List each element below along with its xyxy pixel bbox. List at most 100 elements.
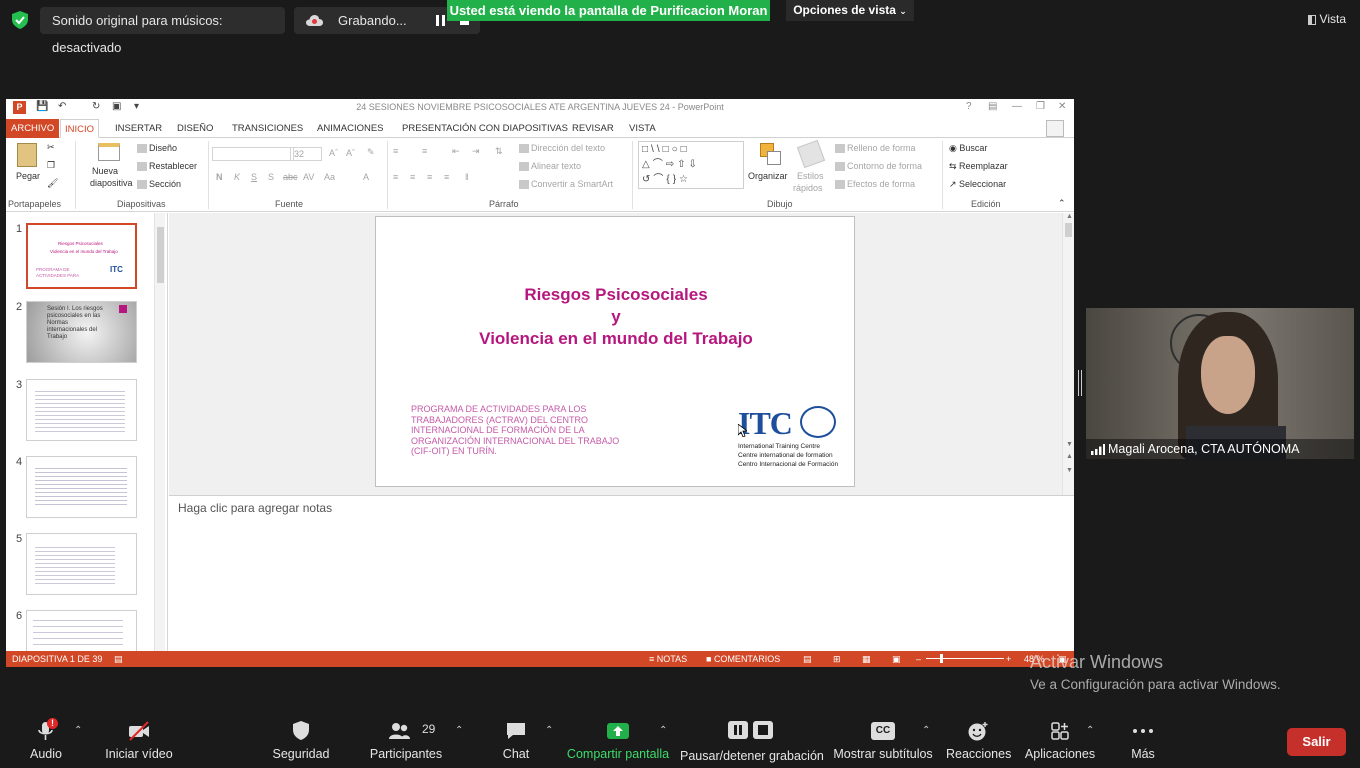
original-sound-pill[interactable]: Sonido original para músicos: desactivad…	[40, 7, 285, 55]
collapse-ribbon-icon[interactable]: ⌃	[1058, 198, 1066, 209]
increase-indent-icon[interactable]: ⇥	[472, 146, 480, 157]
section-button[interactable]: Sección	[137, 179, 181, 190]
current-slide[interactable]: Riesgos Psicosociales y Violencia en el …	[375, 216, 855, 487]
participants-options-caret-icon[interactable]: ⌃	[455, 725, 463, 736]
scroll-up-icon[interactable]: ▲	[1066, 213, 1073, 220]
zoom-slider[interactable]	[926, 658, 1004, 659]
prev-slide-icon[interactable]: ▲	[1066, 453, 1073, 460]
participants-button[interactable]: 29 Participantes	[368, 708, 444, 768]
sorter-view-icon[interactable]: ⊞	[833, 654, 841, 665]
tab-insertar[interactable]: INSERTAR	[111, 119, 166, 138]
pause-recording-icon[interactable]	[436, 15, 445, 26]
shape-effects-button[interactable]: Efectos de forma	[835, 179, 915, 190]
text-direction-button[interactable]: Dirección del texto	[519, 143, 605, 154]
tab-diseno[interactable]: DISEÑO	[173, 119, 217, 138]
slide-title-line-3[interactable]: Violencia en el mundo del Trabajo	[376, 328, 856, 350]
align-center-icon[interactable]: ≡	[410, 172, 415, 182]
scroll-thumb[interactable]	[1065, 223, 1072, 237]
close-icon[interactable]: ✕	[1058, 101, 1066, 112]
bold-icon[interactable]: N	[216, 172, 223, 182]
slideshow-view-icon[interactable]: ▣	[892, 654, 901, 665]
participant-video[interactable]: Magali Arocena, CTA AUTÓNOMA	[1086, 308, 1354, 459]
audio-button[interactable]: ! Audio	[20, 708, 72, 768]
audio-options-caret-icon[interactable]: ⌃	[74, 725, 82, 736]
shape-fill-button[interactable]: Relleno de forma	[835, 143, 916, 154]
scrollbar-thumb[interactable]	[157, 227, 164, 283]
pause-stop-recording-button[interactable]: Pausar/detener grabación	[680, 708, 824, 768]
decrease-indent-icon[interactable]: ⇤	[452, 146, 460, 157]
line-spacing-icon[interactable]: ⇅	[495, 146, 503, 157]
tab-revisar[interactable]: REVISAR	[568, 119, 618, 138]
apps-button[interactable]: Aplicaciones	[1022, 708, 1098, 768]
apps-options-caret-icon[interactable]: ⌃	[1086, 725, 1094, 736]
arrange-button[interactable]: Organizar	[748, 141, 790, 193]
captions-button[interactable]: CC Mostrar subtítulos	[832, 708, 934, 768]
paste-button[interactable]: Pegar	[12, 141, 44, 193]
font-family-select[interactable]	[212, 147, 294, 161]
leave-button[interactable]: Salir	[1287, 728, 1346, 756]
format-painter-icon[interactable]: 🖌	[47, 178, 58, 189]
replace-button[interactable]: ⇆ Reemplazar	[949, 161, 1008, 172]
more-button[interactable]: Más	[1120, 708, 1166, 768]
shield-check-icon[interactable]	[12, 11, 28, 29]
notes-toggle[interactable]: ≡ NOTAS	[649, 654, 687, 664]
reading-view-icon[interactable]: ▦	[862, 654, 871, 665]
align-text-button[interactable]: Alinear texto	[519, 161, 581, 172]
numbering-icon[interactable]: ≡	[422, 146, 427, 156]
spellcheck-icon[interactable]: ▤	[114, 654, 123, 665]
align-left-icon[interactable]: ≡	[393, 172, 398, 182]
tab-archivo[interactable]: ARCHIVO	[6, 119, 60, 138]
chat-button[interactable]: Chat	[492, 708, 540, 768]
slide-thumbnail-2[interactable]: Sesión I. Los riesgos psicosociales en l…	[26, 301, 137, 363]
normal-view-icon[interactable]: ▤	[803, 654, 812, 665]
minimize-icon[interactable]: —	[1012, 101, 1022, 112]
share-screen-button[interactable]: Compartir pantalla	[565, 708, 671, 768]
underline-icon[interactable]: S	[251, 172, 257, 182]
help-icon[interactable]: ?	[966, 101, 972, 112]
tab-inicio[interactable]: INICIO	[60, 119, 100, 138]
quick-styles-button[interactable]: Estilos rápidos	[791, 139, 831, 196]
cut-icon[interactable]: ✂	[47, 142, 55, 153]
notes-pane[interactable]: Haga clic para agregar notas	[169, 495, 1074, 651]
share-options-caret-icon[interactable]: ⌃	[659, 725, 667, 736]
tab-presentacion[interactable]: PRESENTACIÓN CON DIAPOSITIVAS	[398, 119, 572, 138]
italic-icon[interactable]: K	[234, 172, 240, 182]
notes-placeholder[interactable]: Haga clic para agregar notas	[178, 501, 332, 515]
slide-thumbnail-3[interactable]	[26, 379, 137, 441]
scroll-down-icon[interactable]: ▼	[1066, 441, 1073, 448]
slide-thumbnail-6[interactable]	[26, 610, 137, 651]
slide-title-line-1[interactable]: Riesgos Psicosociales	[376, 284, 856, 306]
user-avatar-icon[interactable]	[1046, 120, 1064, 137]
shapes-gallery[interactable]: □\\□○□ △⌒⇨⇧⇩ ↺⌒{}☆	[638, 141, 744, 189]
change-case-icon[interactable]: Aa	[324, 172, 335, 182]
zoom-in-icon[interactable]: +	[1006, 654, 1011, 664]
security-button[interactable]: Seguridad	[270, 708, 332, 768]
clear-format-icon[interactable]: ✎	[367, 147, 375, 158]
layout-button[interactable]: Diseño	[137, 143, 177, 154]
view-options-button[interactable]: Opciones de vista ⌄	[786, 0, 914, 21]
bullets-icon[interactable]: ≡	[393, 146, 398, 156]
align-right-icon[interactable]: ≡	[427, 172, 432, 182]
slide-thumbnail-5[interactable]	[26, 533, 137, 595]
font-size-select[interactable]: 32	[290, 147, 322, 161]
new-slide-button[interactable]: Nueva diapositiva	[90, 141, 134, 196]
slide-title-line-2[interactable]: y	[376, 306, 856, 328]
slide-subtitle[interactable]: PROGRAMA DE ACTIVIDADES PARA LOS TRABAJA…	[411, 404, 626, 457]
char-spacing-icon[interactable]: AV	[303, 172, 314, 182]
chat-options-caret-icon[interactable]: ⌃	[545, 725, 553, 736]
captions-options-caret-icon[interactable]: ⌃	[922, 725, 930, 736]
smartart-button[interactable]: Convertir a SmartArt	[519, 179, 613, 190]
strikethrough-icon[interactable]: abc	[283, 172, 298, 182]
shape-outline-button[interactable]: Contorno de forma	[835, 161, 922, 172]
grow-font-icon[interactable]: Aˆ	[329, 148, 338, 158]
next-slide-icon[interactable]: ▼	[1066, 467, 1073, 474]
tab-animaciones[interactable]: ANIMACIONES	[313, 119, 388, 138]
slide-thumbnail-1[interactable]: Riesgos Psicosociales Violencia en el mu…	[26, 223, 137, 289]
font-color-icon[interactable]: A	[363, 172, 369, 182]
ribbon-display-icon[interactable]: ▤	[988, 101, 997, 112]
view-button[interactable]: Vista	[1308, 12, 1346, 26]
slide-thumbnail-4[interactable]	[26, 456, 137, 518]
find-button[interactable]: ◉ Buscar	[949, 143, 987, 154]
restore-icon[interactable]: ❐	[1036, 101, 1045, 112]
thumbnails-scrollbar[interactable]	[154, 213, 165, 651]
